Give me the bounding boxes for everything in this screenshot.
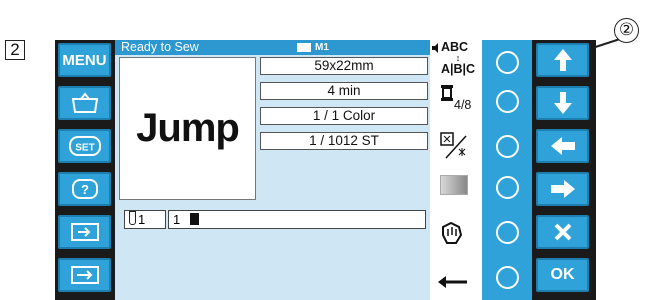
option-button-2[interactable] <box>496 90 519 113</box>
memory-label: M1 <box>315 42 329 53</box>
load-button[interactable] <box>58 86 111 120</box>
option-button-4[interactable] <box>496 176 519 199</box>
up-arrow-icon <box>553 49 572 71</box>
sewing-time: 4 min <box>260 82 428 100</box>
function-icon-column <box>430 40 482 300</box>
stitch-count: 1 / 1012 ST <box>260 132 428 150</box>
down-arrow-icon <box>553 92 572 114</box>
needle-icon <box>129 211 136 225</box>
open-folder-icon <box>71 92 98 113</box>
status-text: Ready to Sew <box>121 40 199 54</box>
edit-frame-icon <box>70 223 99 241</box>
color-sort-icon[interactable] <box>440 132 470 162</box>
color-count: 1 / 1 Color <box>260 107 428 125</box>
memory-icon <box>297 43 311 52</box>
svg-text:?: ? <box>81 182 89 197</box>
color-ratio: 4/8 <box>454 98 472 112</box>
menu-button-label: MENU <box>62 51 107 69</box>
edit-button[interactable] <box>58 215 111 249</box>
option-button-5[interactable] <box>496 221 519 244</box>
needle-number: 1 <box>138 212 146 227</box>
hand-icon[interactable] <box>440 221 464 247</box>
abc-bottom-label: A|B|C <box>441 62 476 76</box>
up-button[interactable] <box>536 43 589 77</box>
needle-indicator: 1 <box>124 210 166 229</box>
option-button-1[interactable] <box>496 51 519 74</box>
design-preview: Jump <box>119 57 256 200</box>
transfer-button[interactable] <box>58 258 111 292</box>
help-button[interactable]: ? <box>58 172 111 206</box>
ok-button-label: OK <box>550 266 575 283</box>
menu-button[interactable]: MENU <box>58 43 111 77</box>
set-button[interactable]: SET <box>58 129 111 163</box>
left-arrow-button-icon <box>550 137 575 155</box>
set-icon: SET <box>68 136 101 156</box>
color-index: 1 <box>173 212 181 227</box>
abc-sequence-icon[interactable]: ABC ↕ A|B|C <box>441 41 475 76</box>
thread-color-bar: 1 <box>168 210 426 229</box>
gradient-icon[interactable] <box>440 175 468 195</box>
ok-button[interactable]: OK <box>536 258 589 292</box>
option-button-6[interactable] <box>496 266 519 289</box>
option-button-column <box>482 40 532 300</box>
back-button[interactable] <box>536 129 589 163</box>
spool-icon <box>189 213 199 225</box>
down-button[interactable] <box>536 86 589 120</box>
status-bar: Ready to Sew M1 <box>115 40 430 55</box>
callout-number: ② <box>614 18 639 43</box>
step-number: 2 <box>5 40 25 60</box>
design-size: 59x22mm <box>260 57 428 75</box>
option-button-3[interactable] <box>496 135 519 158</box>
cancel-button[interactable] <box>536 215 589 249</box>
preview-text: Jump <box>136 106 240 150</box>
left-arrow-icon[interactable] <box>437 275 469 289</box>
close-icon <box>554 223 571 241</box>
forward-button[interactable] <box>536 172 589 206</box>
right-arrow-icon <box>550 180 575 198</box>
svg-text:SET: SET <box>75 143 94 154</box>
transfer-frame-icon <box>70 266 99 284</box>
question-icon: ? <box>71 179 98 199</box>
